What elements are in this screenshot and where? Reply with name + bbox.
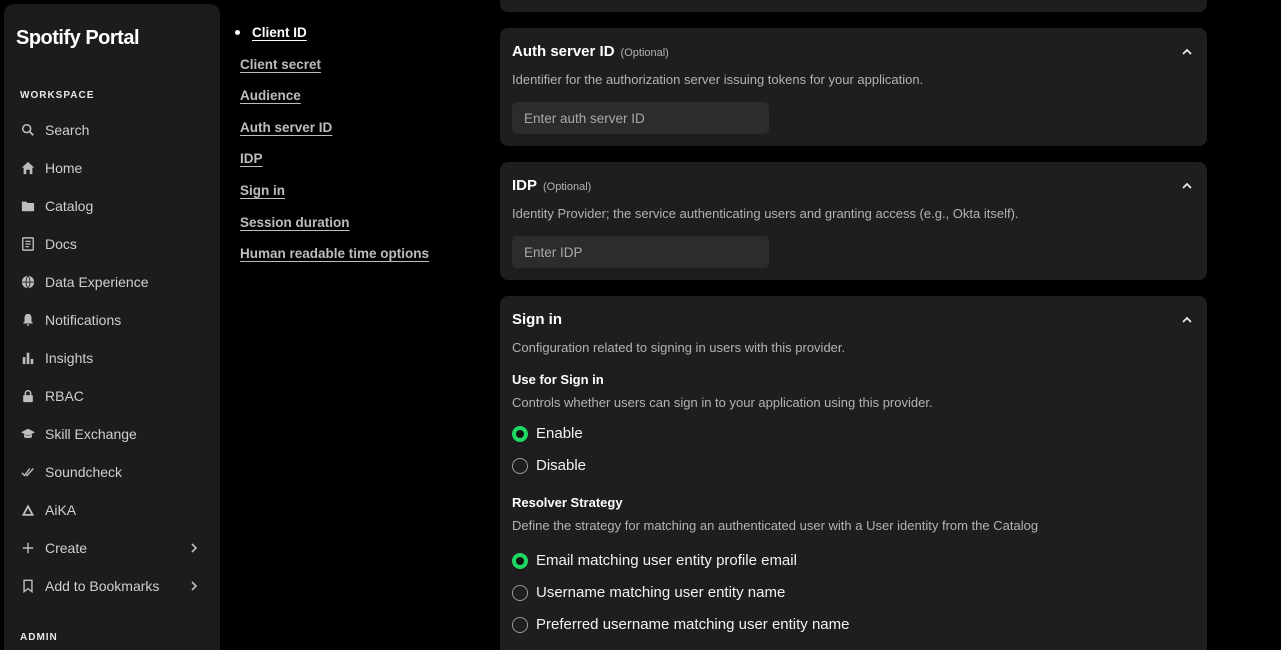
sign-in-card: Sign in Configuration related to signing… [500, 296, 1207, 650]
sidebar-item-label: Insights [45, 350, 94, 366]
sidebar-item-home[interactable]: Home [4, 151, 220, 185]
graduation-cap-icon [21, 427, 35, 441]
radio-label: Enable [536, 425, 583, 442]
sidebar-item-data-experience[interactable]: Data Experience [4, 265, 220, 299]
sidebar-item-label: Create [45, 540, 88, 556]
sidebar-item-label: Soundcheck [45, 464, 123, 480]
idp-title-text: IDP [512, 177, 538, 194]
auth-server-id-title: Auth server ID (Optional) [512, 43, 669, 60]
sidebar-item-label: Data Experience [45, 274, 149, 290]
toc-link-audience[interactable]: Audience [240, 88, 301, 103]
plus-icon [21, 541, 35, 555]
radio-label: Email matching user entity profile email [536, 552, 797, 569]
sidebar-item-label: Catalog [45, 198, 94, 214]
sidebar-item-soundcheck[interactable]: Soundcheck [4, 455, 220, 489]
chevron-right-icon [188, 541, 200, 553]
search-icon [21, 123, 35, 137]
chevron-right-icon [188, 579, 200, 591]
sidebar-item-label: Home [45, 160, 83, 176]
sign-in-description: Configuration related to signing in user… [512, 340, 846, 355]
auth-server-id-input[interactable] [512, 102, 769, 134]
triangle-icon [21, 503, 35, 517]
double-check-icon [21, 465, 35, 479]
chevron-up-icon[interactable] [1181, 45, 1193, 57]
sidebar-item-label: RBAC [45, 388, 84, 404]
sidebar-item-add-to-bookmarks[interactable]: Add to Bookmarks [4, 569, 220, 603]
toc-link-idp[interactable]: IDP [240, 151, 263, 166]
sidebar-item-create[interactable]: Create [4, 531, 220, 565]
sidebar-item-docs[interactable]: Docs [4, 227, 220, 261]
sidebar-item-skill-exchange[interactable]: Skill Exchange [4, 417, 220, 451]
bookmark-icon [21, 579, 35, 593]
use-for-sign-in-description: Controls whether users can sign in to yo… [512, 395, 933, 410]
auth-server-id-description: Identifier for the authorization server … [512, 72, 924, 87]
optional-tag: (Optional) [543, 181, 592, 193]
auth-server-id-card: Auth server ID (Optional) Identifier for … [500, 28, 1207, 146]
chevron-up-icon[interactable] [1181, 313, 1193, 325]
radio-unselected[interactable] [512, 584, 528, 601]
radio-selected[interactable] [512, 425, 528, 442]
resolver-strategy-description: Define the strategy for matching an auth… [512, 518, 1039, 533]
sidebar-item-search[interactable]: Search [4, 113, 220, 147]
workspace-section-label: WORKSPACE [20, 90, 95, 101]
idp-title: IDP (Optional) [512, 177, 591, 194]
bar-chart-icon [21, 351, 35, 365]
toc-link-client-id[interactable]: Client ID [252, 25, 307, 40]
toc-link-client-secret[interactable]: Client secret [240, 57, 321, 72]
radio-label: Username matching user entity name [536, 584, 786, 601]
sidebar-item-label: Add to Bookmarks [45, 578, 160, 594]
sidebar-item-rbac[interactable]: RBAC [4, 379, 220, 413]
idp-input[interactable] [512, 236, 769, 268]
radio-username-matching[interactable]: Username matching user entity name [512, 584, 785, 601]
auth-server-id-title-text: Auth server ID [512, 43, 615, 60]
sidebar-item-insights[interactable]: Insights [4, 341, 220, 375]
toc-link-auth-server-id[interactable]: Auth server ID [240, 120, 332, 135]
sidebar-item-catalog[interactable]: Catalog [4, 189, 220, 223]
toc-link-session-duration[interactable]: Session duration [240, 215, 350, 230]
idp-card: IDP (Optional) Identity Provider; the ser… [500, 162, 1207, 280]
admin-section-label: ADMIN [20, 632, 58, 643]
sign-in-title: Sign in [512, 311, 562, 328]
sidebar-item-label: Skill Exchange [45, 426, 137, 442]
home-icon [21, 161, 35, 175]
resolver-strategy-title: Resolver Strategy [512, 495, 623, 510]
folder-icon [21, 199, 35, 213]
toc-link-sign-in[interactable]: Sign in [240, 183, 285, 198]
radio-label: Preferred username matching user entity … [536, 616, 850, 633]
chevron-up-icon[interactable] [1181, 179, 1193, 191]
sidebar-item-label: Docs [45, 236, 77, 252]
sidebar-item-label: Notifications [45, 312, 122, 328]
toc-link-human-readable-time-options[interactable]: Human readable time options [240, 246, 429, 261]
toc-active-bullet [235, 30, 240, 35]
radio-enable[interactable]: Enable [512, 425, 583, 442]
bell-icon [21, 313, 35, 327]
docs-icon [21, 237, 35, 251]
radio-preferred-username-matching[interactable]: Preferred username matching user entity … [512, 616, 849, 633]
app-logo[interactable]: Spotify Portal [16, 27, 140, 50]
sidebar-item-label: AiKA [45, 502, 77, 518]
optional-tag: (Optional) [620, 47, 669, 59]
radio-unselected[interactable] [512, 457, 528, 474]
lock-icon [21, 389, 35, 403]
radio-disable[interactable]: Disable [512, 457, 586, 474]
idp-description: Identity Provider; the service authentic… [512, 206, 1019, 221]
previous-section-card [500, 0, 1207, 12]
sidebar-item-aika[interactable]: AiKA [4, 493, 220, 527]
radio-selected[interactable] [512, 552, 528, 569]
sidebar: Spotify Portal WORKSPACE Search Home Cat… [4, 4, 220, 650]
use-for-sign-in-title: Use for Sign in [512, 372, 604, 387]
sidebar-item-label: Search [45, 122, 90, 138]
sidebar-item-notifications[interactable]: Notifications [4, 303, 220, 337]
radio-email-matching[interactable]: Email matching user entity profile email [512, 552, 797, 569]
radio-label: Disable [536, 457, 587, 474]
globe-icon [21, 275, 35, 289]
radio-unselected[interactable] [512, 616, 528, 633]
